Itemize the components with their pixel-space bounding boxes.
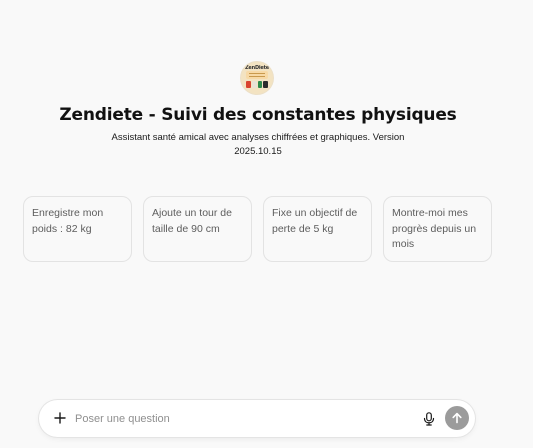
attach-button[interactable]	[50, 408, 70, 428]
question-input[interactable]	[75, 408, 405, 429]
logo-tag-graphic	[246, 71, 268, 79]
suggestion-card[interactable]: Ajoute un tour de taille de 90 cm	[143, 196, 252, 262]
assistant-logo: ZenDiete	[241, 62, 273, 94]
chat-home: ZenDiete Zendiete - Suivi des constantes…	[0, 0, 533, 448]
assistant-description: Assistant santé amical avec analyses chi…	[111, 132, 405, 157]
arrow-up-icon	[452, 412, 462, 424]
logo-blocks-graphic	[246, 81, 268, 88]
microphone-icon	[423, 411, 435, 426]
suggestion-card[interactable]: Enregistre mon poids : 82 kg	[23, 196, 132, 262]
suggestion-card[interactable]: Fixe un objectif de perte de 5 kg	[263, 196, 372, 262]
send-button[interactable]	[445, 406, 469, 430]
message-composer	[39, 400, 475, 437]
plus-icon	[54, 412, 66, 424]
voice-input-button[interactable]	[420, 409, 438, 428]
suggestion-cards: Enregistre mon poids : 82 kg Ajoute un t…	[23, 196, 493, 262]
assistant-title: Zendiete - Suivi des constantes physique…	[59, 105, 457, 125]
suggestion-card[interactable]: Montre-moi mes progrès depuis un mois	[383, 196, 492, 262]
